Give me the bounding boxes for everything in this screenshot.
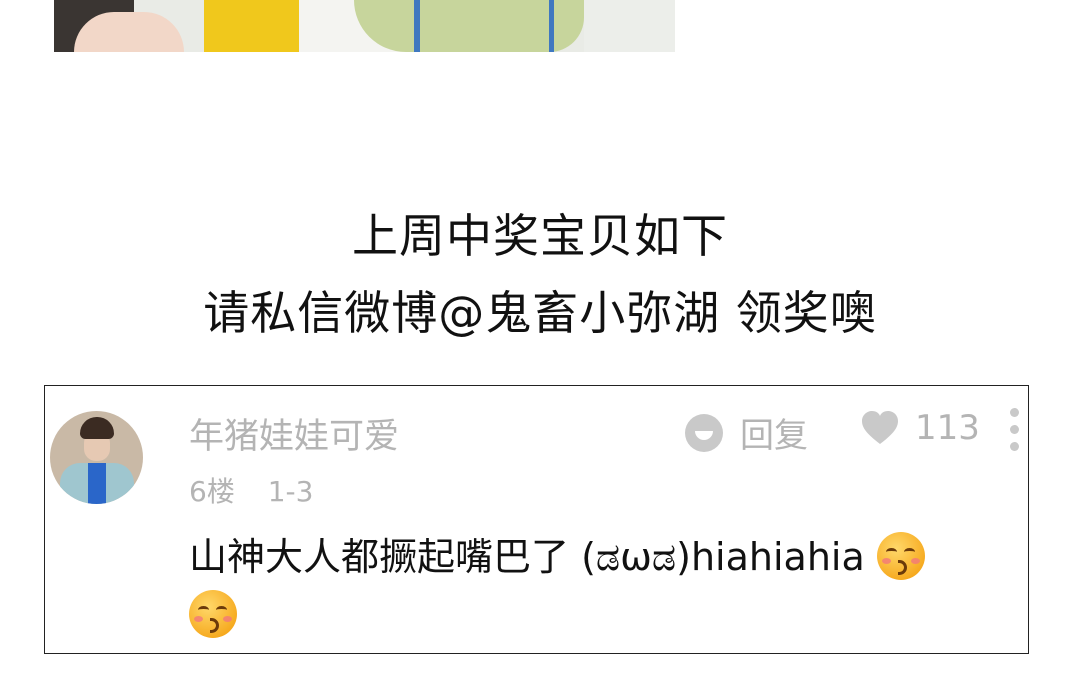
comment-body: 山神大人都撅起嘴巴了 (ಡωಡ)hiahiahia [189, 528, 1009, 644]
comment-date: 1-3 [267, 475, 314, 508]
avatar-shirt [88, 463, 106, 504]
comment-floor: 6楼 [189, 475, 235, 508]
illustration-right-area [584, 0, 675, 52]
illustration-string [414, 0, 420, 52]
winner-announcement-title: 上周中奖宝贝如下 [352, 209, 728, 263]
more-dot [1010, 408, 1019, 417]
post-illustration-image [54, 0, 675, 52]
reply-icon [685, 413, 723, 452]
comment-username[interactable]: 年猪娃娃可爱 [189, 408, 399, 459]
illustration-face [74, 12, 184, 52]
more-options-icon[interactable] [1005, 408, 1025, 452]
more-dot [1010, 442, 1019, 451]
reply-label: 回复 [740, 416, 808, 456]
avatar-hair [80, 417, 114, 439]
reply-button[interactable]: 回复 [685, 408, 808, 457]
illustration-yellow-shape [204, 0, 299, 52]
more-dot [1010, 425, 1019, 434]
heart-icon [861, 411, 899, 445]
illustration-string [549, 0, 554, 52]
reply-icon-smile [695, 430, 713, 440]
comment-text: 山神大人都撅起嘴巴了 (ಡωಡ)hiahiahia [189, 535, 877, 579]
kissing-face-emoji-icon [876, 532, 925, 580]
avatar[interactable] [50, 411, 143, 504]
comment-meta: 6楼 1-3 [189, 470, 313, 510]
winner-claim-instruction: 请私信微博@鬼畜小弥湖 领奖噢 [203, 286, 877, 340]
kissing-face-emoji-icon [189, 590, 237, 638]
like-button[interactable]: 113 [861, 408, 980, 448]
page: 上周中奖宝贝如下 请私信微博@鬼畜小弥湖 领奖噢 年猪娃娃可爱 6楼 1-3 回… [0, 0, 1080, 675]
comment-card: 年猪娃娃可爱 6楼 1-3 回复 113 山神大人都撅起嘴巴了 (ಡωಡ)hia… [44, 385, 1029, 654]
like-count: 113 [915, 408, 980, 448]
